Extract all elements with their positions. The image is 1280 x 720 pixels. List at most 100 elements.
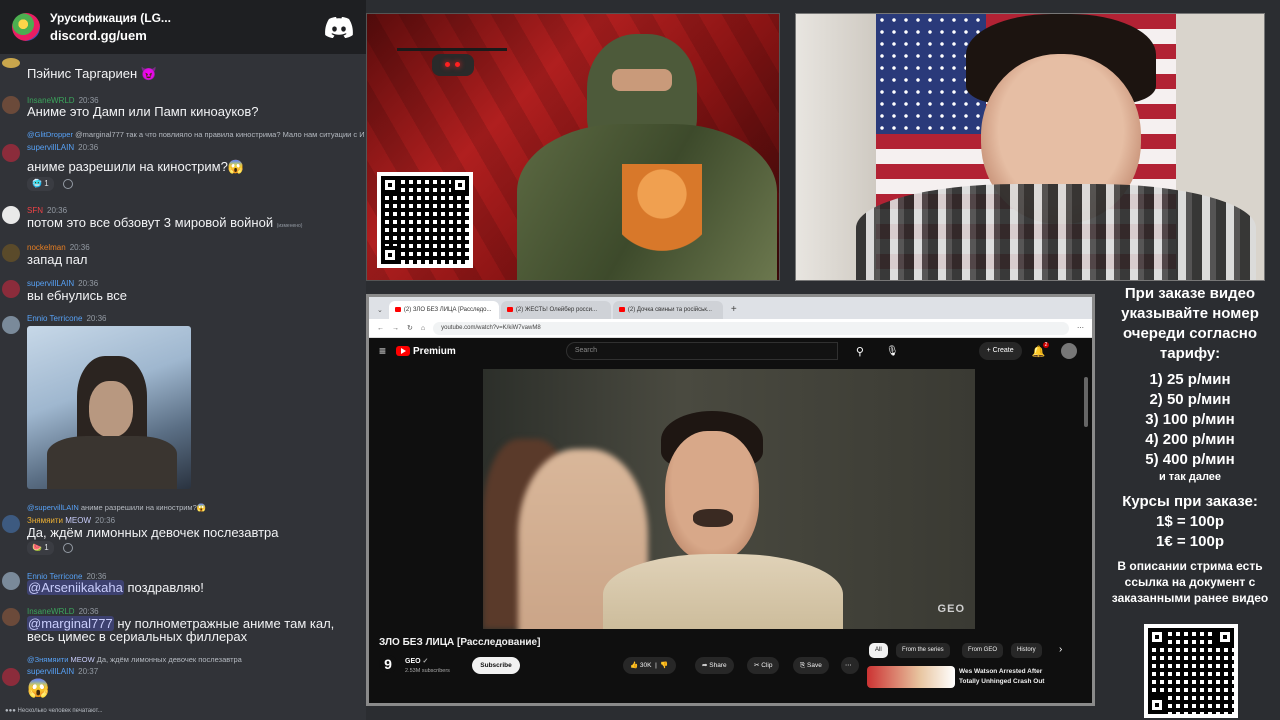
scissors-icon: ✂ (754, 662, 760, 669)
clip-button[interactable]: ✂ Clip (747, 657, 780, 674)
username-label[interactable]: supervillLAIN (27, 667, 74, 676)
username-label[interactable]: SFN (27, 206, 43, 215)
avatar[interactable] (2, 206, 20, 224)
timestamp: 20:36 (78, 143, 99, 152)
reaction-pill[interactable]: 🍉 1 (27, 541, 54, 555)
create-label: Create (992, 347, 1014, 354)
username-label[interactable]: Ennio Terricone (27, 314, 82, 323)
create-button[interactable]: + Create (978, 342, 1022, 360)
timestamp: 20:36 (69, 243, 90, 252)
avatar[interactable] (2, 144, 20, 162)
reply-preview[interactable]: @supervillLAIN аниме разрешили на киност… (27, 503, 365, 512)
home-icon[interactable]: ⌂ (421, 325, 425, 332)
username[interactable]: supervillLAIN 20:36 (27, 279, 98, 288)
reaction-count: 1 (44, 543, 49, 552)
avatar[interactable] (2, 280, 20, 298)
webcam-feed (795, 13, 1265, 281)
video-player[interactable]: GEO (483, 369, 975, 629)
reply-username[interactable]: @Знямяити (27, 655, 68, 664)
subscribe-button[interactable]: Subscribe (472, 657, 520, 674)
tab-search-icon[interactable]: ⌄ (373, 306, 387, 319)
chip-all[interactable]: All (869, 643, 888, 658)
avatar[interactable] (2, 96, 20, 114)
chip-from-the-series[interactable]: From the series (896, 643, 950, 658)
username[interactable]: SFN 20:36 (27, 206, 67, 215)
new-tab-icon[interactable]: + (725, 304, 743, 319)
username-label[interactable]: supervillLAIN (27, 279, 74, 288)
back-icon[interactable]: ← (377, 325, 384, 332)
save-label: Save (807, 662, 822, 669)
tariff-2: 2) 50 р/мин (1149, 391, 1231, 408)
reload-icon[interactable]: ↻ (407, 324, 413, 332)
channel-name[interactable]: GEO ✓ (405, 657, 428, 665)
add-reaction-icon[interactable] (63, 543, 73, 553)
forward-icon[interactable]: → (392, 325, 399, 332)
youtube-logo[interactable]: Premium (396, 346, 456, 357)
reply-username[interactable]: @supervillLAIN (27, 503, 79, 512)
search-input[interactable]: Search (565, 342, 838, 360)
account-avatar[interactable] (1061, 343, 1078, 359)
share-icon: ➦ (702, 662, 708, 669)
reply-username[interactable]: @GlitDropper (27, 130, 73, 139)
username[interactable]: InsaneWRLD 20:36 (27, 607, 99, 616)
channel-avatar[interactable]: 9 (379, 655, 397, 673)
browser-tab[interactable]: (2) ЖЕСТЬ! Олейбер росси... (500, 301, 611, 319)
search-icon[interactable]: ⚲ (856, 345, 864, 358)
avatar[interactable] (2, 316, 20, 334)
chip-history[interactable]: History (1011, 643, 1042, 658)
username[interactable]: Ennio Terricone 20:36 (27, 314, 106, 323)
drone-illustration (397, 42, 507, 82)
username[interactable]: nockelman 20:36 (27, 243, 90, 252)
username[interactable]: supervillLAIN 20:37 (27, 667, 98, 676)
username-label[interactable]: nockelman (27, 243, 66, 252)
username-label[interactable]: supervillLAIN (27, 143, 74, 152)
username-label[interactable]: Знямяити (27, 516, 63, 525)
qr-code-document[interactable] (1144, 624, 1238, 718)
reply-preview[interactable]: @Знямяити MEOW Да, ждём лимонных девочек… (27, 655, 365, 664)
username-label[interactable]: InsaneWRLD (27, 607, 75, 616)
tab-bar: ⌄ (2) ЗЛО БЕЗ ЛИЦА [Расследо... (2) ЖЕСТ… (369, 297, 1092, 319)
avatar[interactable] (2, 515, 20, 533)
avatar[interactable] (2, 244, 20, 262)
extensions-icon[interactable]: ⋯ (1077, 324, 1084, 332)
message-text-line2: весь цимес в сериальных филлерах (27, 629, 248, 644)
recommended-title[interactable]: Wes Watson Arrested After Totally Unhing… (959, 667, 1059, 687)
channel-name-label[interactable]: GEO (405, 658, 421, 665)
reply-preview[interactable]: @GlitDropper @marginal777 так а что повл… (27, 130, 365, 139)
message-text: запад пал (27, 252, 88, 267)
save-button[interactable]: ⎘ Save (793, 657, 829, 674)
browser-tab[interactable]: (2) Дочка свиньи та російськ... (612, 301, 723, 319)
reply-badge: MEOW (70, 655, 95, 664)
add-reaction-icon[interactable] (63, 179, 73, 189)
youtube-favicon-icon (394, 307, 401, 312)
tariff-3: 3) 100 р/мин (1145, 411, 1235, 428)
recommended-thumbnail[interactable] (867, 666, 955, 688)
share-button[interactable]: ➦ Share (695, 657, 734, 674)
subscriber-count: 2.53M subscribers (405, 668, 450, 674)
person-plaid-shirt (856, 184, 1256, 280)
avatar[interactable] (2, 58, 20, 68)
mention[interactable]: @Arseniikakaha (27, 580, 124, 595)
chip-from-geo[interactable]: From GEO (962, 643, 1004, 658)
browser-tab[interactable]: (2) ЗЛО БЕЗ ЛИЦА [Расследо... (388, 301, 499, 319)
page-scrollbar[interactable] (1084, 377, 1088, 427)
like-button[interactable]: 👍 30K | 👎 (623, 657, 676, 674)
chevron-right-icon[interactable]: › (1059, 644, 1062, 655)
server-invite-link[interactable]: discord.gg/uem (50, 27, 314, 45)
qr-code[interactable] (377, 172, 473, 268)
thumbs-down-icon[interactable]: 👎 (660, 662, 668, 669)
microphone-icon[interactable]: 🎙 (886, 346, 899, 357)
reaction-pill[interactable]: 🥶 1 (27, 177, 54, 191)
hamburger-menu-icon[interactable]: ≡ (379, 344, 386, 358)
username[interactable]: supervillLAIN 20:36 (27, 143, 98, 152)
avatar[interactable] (2, 668, 20, 686)
man-suit (603, 554, 843, 629)
url-field[interactable]: youtube.com/watch?v=K/kiW7vawM8 (433, 321, 1069, 335)
avatar[interactable] (2, 608, 20, 626)
username[interactable]: Знямяити MEOW 20:36 (27, 516, 115, 525)
avatar[interactable] (2, 572, 20, 590)
more-actions-button[interactable]: ⋯ (841, 657, 859, 674)
attached-image[interactable] (27, 326, 191, 489)
notifications-bell-icon[interactable]: 🔔 2 (1032, 341, 1050, 358)
image-face (89, 381, 133, 437)
